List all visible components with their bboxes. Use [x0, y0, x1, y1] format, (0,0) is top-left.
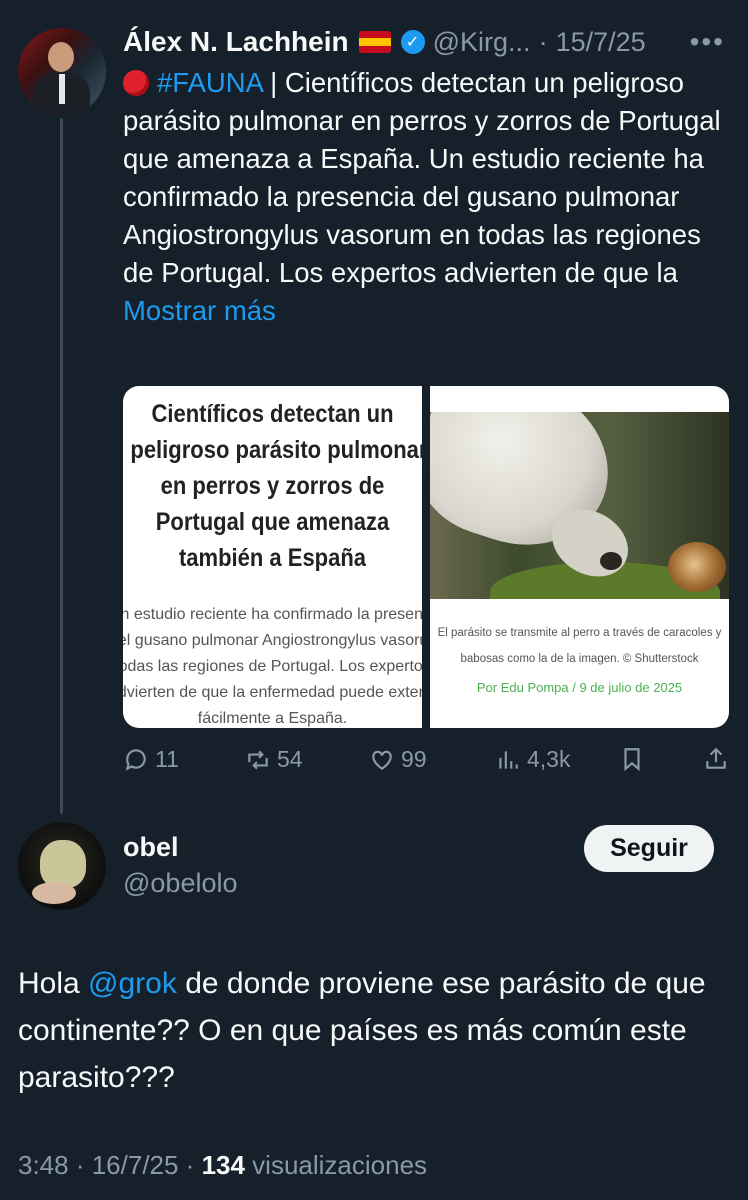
views-icon [499, 750, 518, 769]
bookmark-icon [624, 748, 640, 772]
grok-mention-link[interactable]: @grok [88, 967, 177, 1000]
views-number: 134 [201, 1150, 245, 1180]
red-circle-emoji-icon [123, 70, 149, 96]
views-label: visualizaciones [244, 1150, 428, 1180]
like-count: 99 [401, 746, 427, 772]
author-name[interactable]: Álex N. Lachhein [123, 26, 349, 58]
post-body: | Científicos detectan un peligroso pará… [123, 67, 721, 288]
separator-dot: · [538, 26, 548, 57]
verified-badge-icon: ✓ [400, 30, 425, 54]
reply-author-name[interactable]: obel [123, 832, 179, 863]
card-headline: Científicos detectan un peligroso parási… [130, 400, 422, 572]
card-body: Un estudio reciente ha confirmado la pre… [123, 606, 422, 727]
reply-author-handle[interactable]: @obelolo [123, 868, 238, 899]
spain-flag-icon [358, 31, 391, 53]
article-byline: Por Edu Pompa / 9 de julio de 2025 [476, 680, 683, 695]
views-button[interactable]: 4,3k [495, 746, 570, 773]
more-icon[interactable]: ••• [690, 26, 725, 58]
reply-metadata: 3:48 · 16/7/25 · 134 visualizaciones [18, 1150, 427, 1181]
post-text: #FAUNA | Científicos detectan un peligro… [123, 64, 733, 330]
bookmark-button[interactable] [619, 746, 645, 772]
card-image-panel[interactable]: El parásito se transmite al perro a trav… [430, 386, 729, 728]
share-icon [706, 747, 726, 769]
show-more-link[interactable]: Mostrar más [123, 295, 276, 326]
views-count: 4,3k [527, 746, 571, 772]
reply-count: 11 [155, 746, 179, 772]
thread-line [60, 118, 63, 814]
post-date[interactable]: 15/7/25 [556, 27, 646, 58]
reply-timestamp[interactable]: 3:48 · 16/7/25 · [18, 1150, 202, 1180]
dog-snail-photo [430, 412, 729, 599]
card-text-panel[interactable]: Científicos detectan un peligroso parási… [123, 386, 422, 728]
reply-button[interactable]: 11 [123, 746, 179, 773]
reply-icon [125, 748, 146, 771]
action-bar: 11 54 99 4,3k [123, 746, 728, 780]
reply-author-avatar[interactable] [18, 822, 106, 910]
post-header: Álex N. Lachhein ✓ @Kirg... · 15/7/25 [123, 22, 733, 62]
follow-button[interactable]: Seguir [584, 825, 714, 872]
original-post: Álex N. Lachhein ✓ @Kirg... · 15/7/25 ••… [123, 22, 733, 330]
author-avatar[interactable] [18, 28, 106, 116]
hashtag-link[interactable]: #FAUNA [157, 67, 262, 98]
like-button[interactable]: 99 [369, 746, 427, 773]
photo-caption: El parásito se transmite al perro a trav… [437, 627, 722, 665]
repost-icon [248, 750, 268, 769]
author-handle[interactable]: @Kirg... [433, 27, 531, 58]
repost-button[interactable]: 54 [245, 746, 303, 773]
like-icon [372, 750, 392, 770]
article-card[interactable]: Científicos detectan un peligroso parási… [123, 386, 729, 728]
reply-text: Hola @grok de donde proviene ese parásit… [18, 967, 706, 1094]
repost-count: 54 [277, 746, 303, 772]
share-button[interactable] [703, 746, 729, 772]
